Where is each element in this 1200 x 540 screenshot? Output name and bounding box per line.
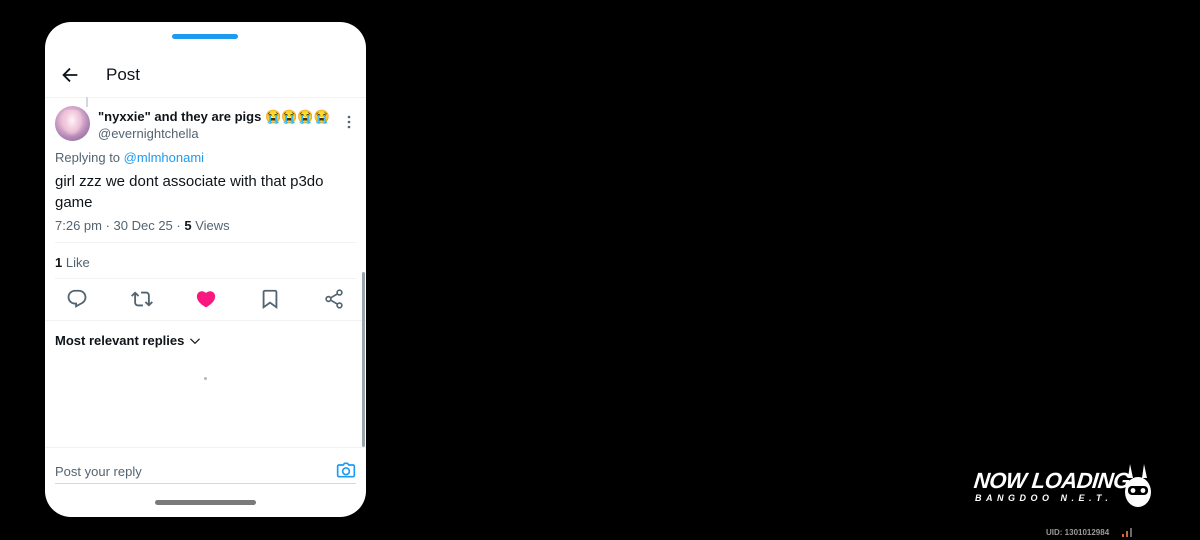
page-title: Post [106,65,141,84]
brand-watermark: NOW LOADING BANGDOO N.E.T. [972,460,1162,520]
composer-divider [45,447,366,448]
views-count: 5 [184,218,192,233]
arrow-left-icon[interactable] [59,64,81,86]
home-indicator[interactable] [155,500,256,505]
likes-label: Like [62,255,90,270]
thread-connector-line [86,97,88,107]
post-header: Post [45,62,366,96]
bangboo-mascot-icon [1125,464,1151,507]
views-label: Views [191,218,230,233]
user-handle[interactable]: @evernightchella [98,126,338,141]
brand-subtitle: BANGDOO N.E.T. [975,493,1113,503]
replying-prefix: Replying to [55,150,121,165]
reply-icon[interactable] [66,288,88,310]
camera-icon[interactable] [336,460,356,480]
replying-to: Replying to @mlmhonami [55,150,204,165]
replies-sort-dropdown[interactable]: Most relevant replies [55,333,202,348]
phone-screen: Post "nyxxie" and they are pigs 😭😭😭😭 @ev… [45,22,366,517]
reply-input-underline [55,483,356,484]
likes-summary[interactable]: 1 Like [55,255,90,270]
heart-icon[interactable] [195,288,217,310]
tweet-author[interactable]: "nyxxie" and they are pigs 😭😭😭😭 @evernig… [98,109,338,141]
tweet-timestamp[interactable]: 7:26 pm · 30 Dec 25 · [55,218,184,233]
divider [55,278,356,279]
action-bar [45,288,366,314]
top-indicator-pill [172,34,238,39]
header-divider [45,97,366,98]
chevron-down-icon [190,337,201,344]
replying-to-mention[interactable]: @mlmhonami [124,150,204,165]
display-name[interactable]: "nyxxie" and they are pigs 😭😭😭😭 [98,109,338,125]
signal-strength-icon [1122,528,1132,537]
retweet-icon[interactable] [131,288,153,310]
share-icon[interactable] [323,288,345,310]
replies-sort-label: Most relevant replies [55,333,185,348]
scrollbar[interactable] [362,272,365,447]
tweet-text: girl zzz we dont associate with that p3d… [55,173,324,211]
divider [55,242,356,243]
divider [45,320,366,321]
bookmark-icon[interactable] [259,288,281,310]
reply-input[interactable] [55,460,315,482]
brand-title: NOW LOADING [972,468,1132,493]
loading-indicator [204,377,207,380]
more-options-icon[interactable] [341,114,357,130]
avatar[interactable] [55,106,90,141]
uid-label: UID: 1301012984 [1046,528,1110,537]
tweet-meta: 7:26 pm · 30 Dec 25 · 5 Views [55,218,230,233]
